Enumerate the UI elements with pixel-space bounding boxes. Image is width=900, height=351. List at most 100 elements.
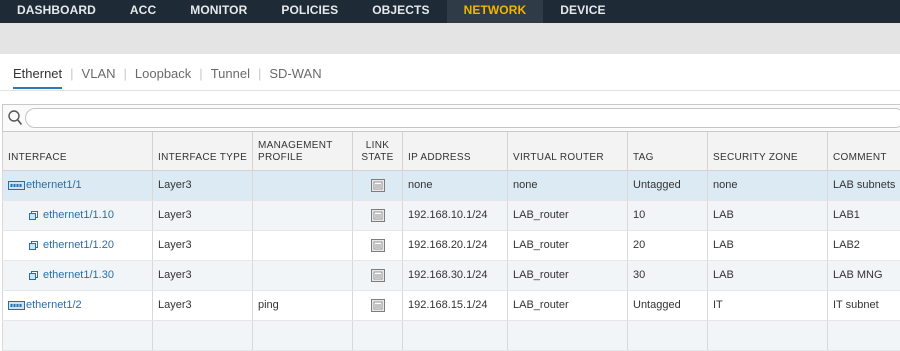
column-header-label: MANAGEMENT — [258, 140, 333, 151]
table-row[interactable]: ethernet1/1.30 Layer3 192.168.30.1/24LAB_r… — [3, 260, 900, 290]
security-zone-cell: LAB — [708, 230, 828, 260]
interface-type-cell: Layer3 — [153, 200, 253, 230]
column-header-label: PROFILE — [258, 152, 303, 163]
column-header-tag[interactable]: TAG — [628, 132, 708, 170]
column-header-ip-address[interactable]: IP ADDRESS — [403, 132, 508, 170]
interface-cell: ethernet1/2 — [3, 290, 153, 320]
virtual-router-cell: LAB_router — [508, 230, 628, 260]
nav-policies[interactable]: POLICIES — [264, 0, 355, 23]
table-row[interactable]: ethernet1/1.10Layer3192.168.10.1/24LAB_r… — [3, 200, 900, 230]
interface-link[interactable]: ethernet1/2 — [26, 299, 82, 311]
network-tabs: Ethernet|VLAN|Loopback|Tunnel|SD-WAN — [0, 64, 900, 90]
interface-link[interactable]: ethernet1/1.30 — [43, 269, 114, 281]
comment-cell: LAB subnets — [828, 170, 900, 200]
tab-loopback[interactable]: Loopback — [135, 64, 191, 87]
nav-network[interactable]: NETWORK — [447, 0, 544, 23]
interface-wrapper: ethernet1/1.20 — [8, 239, 147, 251]
tag-cell — [628, 320, 708, 350]
column-header-label: SECURITY ZONE — [713, 152, 798, 163]
virtual-router-cell: LAB_router — [508, 290, 628, 320]
tab-ethernet[interactable]: Ethernet — [13, 64, 62, 89]
column-header-virtual-router[interactable]: VIRTUAL ROUTER — [508, 132, 628, 170]
tab-vlan[interactable]: VLAN — [82, 64, 116, 87]
subinterface-icon — [29, 241, 38, 250]
search-input[interactable] — [25, 108, 900, 128]
search-icon[interactable] — [7, 109, 23, 127]
management-profile-cell — [253, 320, 353, 350]
nav-device[interactable]: DEVICE — [543, 0, 622, 23]
interface-type-cell: Layer3 — [153, 170, 253, 200]
interface-wrapper: ethernet1/1.30 — [8, 269, 147, 281]
column-header-interface-type[interactable]: INTERFACE TYPE — [153, 132, 253, 170]
link-state-icon[interactable] — [371, 179, 385, 192]
column-header-comment[interactable]: COMMENT — [828, 132, 900, 170]
interface-cell: ethernet1/1.10 — [3, 200, 153, 230]
security-zone-cell: none — [708, 170, 828, 200]
tab-tunnel[interactable]: Tunnel — [211, 64, 250, 87]
tab-separator: | — [191, 64, 210, 81]
link-state-cell — [353, 260, 403, 290]
management-profile-cell — [253, 200, 353, 230]
management-profile-cell: ping — [253, 290, 353, 320]
table-row[interactable]: ethernet1/1Layer3nonenoneUntaggednoneLAB… — [3, 170, 900, 200]
physical-interface-icon — [8, 301, 25, 310]
interface-link[interactable]: ethernet1/1 — [26, 179, 82, 191]
comment-cell: IT subnet — [828, 290, 900, 320]
interface-cell: ethernet1/1.30 — [3, 260, 153, 290]
physical-interface-icon — [8, 181, 25, 190]
ip-address-cell: 192.168.15.1/24 — [403, 290, 508, 320]
ip-address-cell: 192.168.20.1/24 — [403, 230, 508, 260]
column-header-interface[interactable]: INTERFACE — [3, 132, 153, 170]
toolbar-area — [0, 23, 900, 54]
tag-cell: 30 — [628, 260, 708, 290]
column-header-label: LINK — [366, 140, 389, 151]
ip-address-cell: 192.168.10.1/24 — [403, 200, 508, 230]
interface-type-cell: Layer3 — [153, 260, 253, 290]
tab-separator: | — [62, 64, 81, 81]
interface-wrapper: ethernet1/2 — [8, 299, 147, 311]
interface-cell: ethernet1/1 — [3, 170, 153, 200]
column-header-link-state[interactable]: LINKSTATE — [353, 132, 403, 170]
link-state-icon[interactable] — [371, 239, 385, 252]
column-header-label: IP ADDRESS — [408, 152, 471, 163]
column-header-security-zone[interactable]: SECURITY ZONE — [708, 132, 828, 170]
comment-cell: LAB MNG — [828, 260, 900, 290]
tag-cell: Untagged — [628, 170, 708, 200]
management-profile-cell — [253, 260, 353, 290]
interface-type-cell: Layer3 — [153, 230, 253, 260]
ip-address-cell — [403, 320, 508, 350]
table-row[interactable] — [3, 320, 900, 350]
virtual-router-cell: LAB_router — [508, 260, 628, 290]
search-bar — [2, 104, 900, 132]
column-header-label: INTERFACE TYPE — [158, 152, 247, 163]
interface-link[interactable]: ethernet1/1.20 — [43, 239, 114, 251]
top-navigation: DASHBOARDACCMONITORPOLICIESOBJECTSNETWOR… — [0, 0, 900, 23]
ip-address-cell: 192.168.30.1/24 — [403, 260, 508, 290]
interface-wrapper: ethernet1/1.10 — [8, 209, 147, 221]
table-row[interactable]: ethernet1/1.20 Layer3 192.168.20.1/24LAB_r… — [3, 230, 900, 260]
comment-cell — [828, 320, 900, 350]
link-state-icon[interactable] — [371, 269, 385, 282]
table-row[interactable]: ethernet1/2Layer3ping192.168.15.1/24LAB_… — [3, 290, 900, 320]
link-state-cell — [353, 320, 403, 350]
virtual-router-cell — [508, 320, 628, 350]
nav-acc[interactable]: ACC — [113, 0, 173, 23]
security-zone-cell: IT — [708, 290, 828, 320]
subinterface-icon — [29, 211, 38, 220]
link-state-icon[interactable] — [371, 209, 385, 222]
column-header-management-profile[interactable]: MANAGEMENTPROFILE — [253, 132, 353, 170]
nav-monitor[interactable]: MONITOR — [173, 0, 264, 23]
nav-dashboard[interactable]: DASHBOARD — [0, 0, 113, 23]
tag-cell: 20 — [628, 230, 708, 260]
tab-sd-wan[interactable]: SD-WAN — [269, 64, 321, 87]
ip-address-cell: none — [403, 170, 508, 200]
link-state-cell — [353, 290, 403, 320]
link-state-cell — [353, 170, 403, 200]
nav-objects[interactable]: OBJECTS — [355, 0, 446, 23]
link-state-cell — [353, 230, 403, 260]
management-profile-cell — [253, 170, 353, 200]
link-state-cell — [353, 200, 403, 230]
interface-link[interactable]: ethernet1/1.10 — [43, 209, 114, 221]
column-header-label: VIRTUAL ROUTER — [513, 152, 604, 163]
link-state-icon[interactable] — [371, 299, 385, 312]
